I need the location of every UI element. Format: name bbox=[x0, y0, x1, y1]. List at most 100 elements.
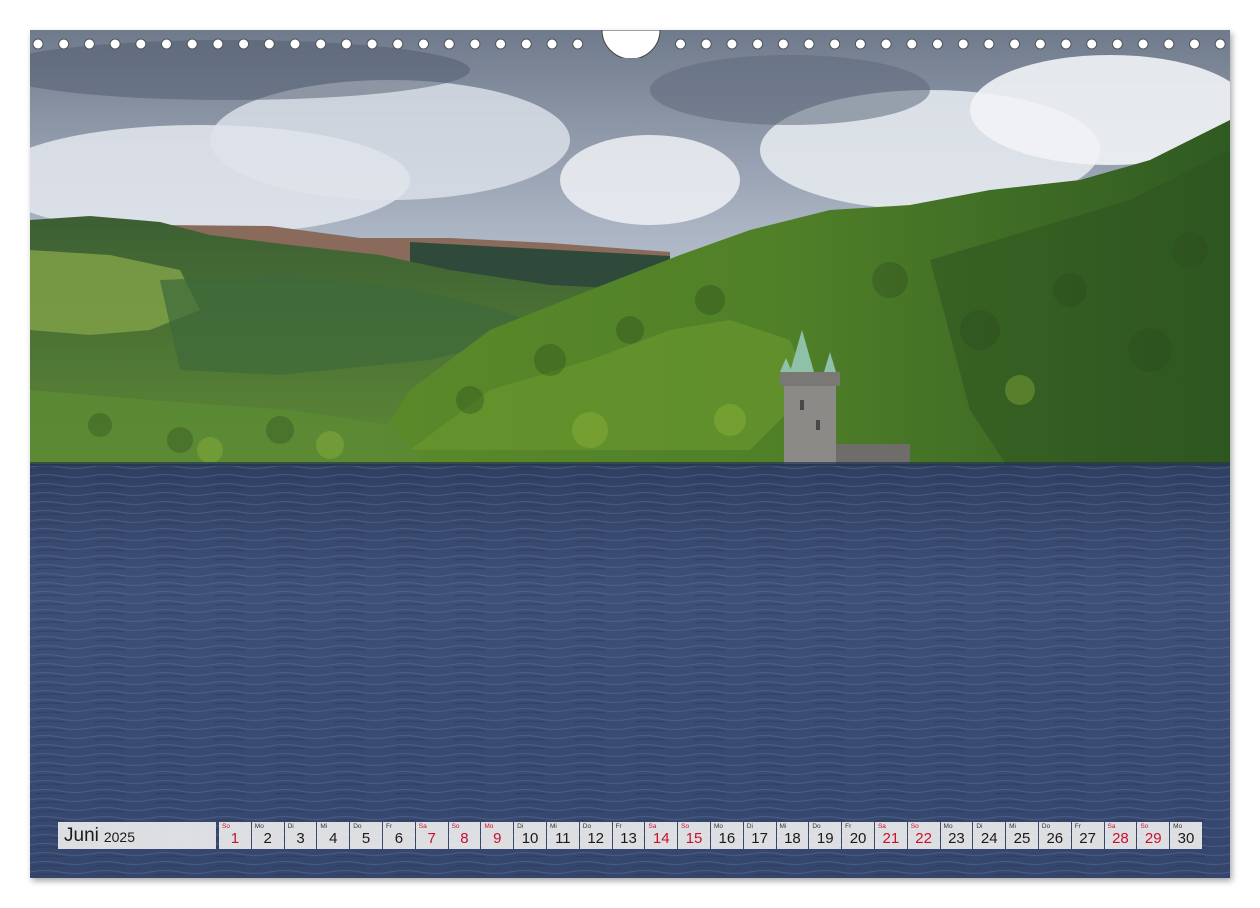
day-number: 12 bbox=[587, 830, 604, 847]
weekday-label: Sa bbox=[1107, 823, 1116, 830]
weekday-label: So bbox=[910, 823, 919, 830]
day-number: 20 bbox=[849, 830, 867, 847]
binding-hole bbox=[1086, 38, 1098, 50]
month-year: 2025 bbox=[103, 829, 136, 845]
day-number: 21 bbox=[882, 830, 900, 847]
day-cell: Mo 9 bbox=[481, 822, 514, 849]
day-cell: Mi 4 bbox=[317, 822, 350, 849]
day-number: 9 bbox=[493, 830, 502, 847]
weekday-label: Fr bbox=[385, 823, 393, 830]
binding-hole bbox=[1060, 38, 1072, 50]
day-number: 26 bbox=[1046, 830, 1064, 847]
day-number: 1 bbox=[230, 830, 240, 847]
day-cell: Sa 28 bbox=[1104, 822, 1137, 849]
day-cell: Sa 7 bbox=[415, 822, 448, 849]
weekday-label: Mi bbox=[549, 823, 557, 830]
day-cell: Sa 14 bbox=[645, 822, 678, 849]
weekday-label: So bbox=[451, 823, 460, 830]
day-cell: Mo 16 bbox=[710, 822, 743, 849]
weekday-label: Di bbox=[746, 823, 753, 830]
weekday-label: Mi bbox=[779, 823, 787, 830]
day-cell: So 8 bbox=[448, 822, 481, 849]
day-number: 15 bbox=[685, 830, 703, 847]
binding-hole bbox=[495, 38, 507, 50]
binding-hole bbox=[32, 38, 44, 50]
binding-hole bbox=[289, 38, 301, 50]
binding-hole bbox=[932, 38, 943, 50]
weekday-label: Fr bbox=[845, 823, 852, 830]
day-number: 23 bbox=[948, 830, 965, 847]
month-label: Juni 2025 bbox=[58, 822, 216, 849]
landscape-photo bbox=[30, 30, 1230, 878]
binding-hole bbox=[263, 38, 275, 50]
weekday-label: Sa bbox=[877, 823, 886, 830]
day-cell: Do 19 bbox=[809, 822, 842, 849]
binding-hole bbox=[957, 38, 969, 50]
binding-hole bbox=[83, 38, 95, 50]
binding-hole bbox=[572, 38, 584, 50]
day-cell: Do 5 bbox=[350, 822, 382, 849]
binding-hole bbox=[777, 38, 789, 50]
weekday-label: Fr bbox=[1074, 823, 1081, 830]
weekday-label: Mo bbox=[943, 823, 953, 830]
day-number: 4 bbox=[329, 830, 338, 847]
binding-hole bbox=[161, 38, 172, 50]
binding-hole bbox=[675, 38, 686, 50]
day-cell: Mo 23 bbox=[940, 822, 973, 849]
day-cell: Di 10 bbox=[514, 822, 546, 849]
weekday-label: Mo bbox=[1173, 823, 1183, 830]
day-cell: Mo 2 bbox=[251, 822, 284, 849]
binding-hole bbox=[829, 38, 841, 50]
calendar-strip: Juni 2025 So 1 Mo 2 Di 3 Mi 4 Do 5 Fr 6 Sa 7 So 8 Mo 9 Di 1… bbox=[58, 822, 1202, 849]
weekday-label: Do bbox=[582, 823, 592, 830]
calendar-page: Juni 2025 So 1 Mo 2 Di 3 Mi 4 Do 5 Fr 6 Sa 7 So 8 Mo 9 Di 1… bbox=[30, 30, 1230, 878]
day-number: 29 bbox=[1144, 830, 1162, 847]
day-number: 5 bbox=[361, 830, 371, 847]
day-cell: Fr 6 bbox=[382, 822, 415, 849]
weekday-label: Fr bbox=[615, 823, 622, 830]
weekday-label: Do bbox=[812, 823, 821, 830]
day-number: 17 bbox=[751, 830, 768, 847]
day-number: 2 bbox=[263, 830, 272, 847]
day-number: 13 bbox=[620, 830, 637, 847]
binding-hole bbox=[803, 38, 815, 50]
day-cell: Fr 27 bbox=[1071, 822, 1104, 849]
weekday-label: So bbox=[1140, 823, 1149, 830]
binding-hole bbox=[109, 38, 121, 50]
day-cell: Mi 11 bbox=[546, 822, 579, 849]
day-cell: Do 12 bbox=[579, 822, 612, 849]
weekday-label: Mi bbox=[320, 823, 328, 830]
binding-hole bbox=[340, 38, 352, 50]
binding-hole bbox=[135, 38, 147, 50]
day-number: 25 bbox=[1013, 830, 1031, 847]
day-number: 28 bbox=[1112, 830, 1129, 847]
binding-hole bbox=[726, 38, 738, 50]
binding-hole bbox=[418, 38, 429, 50]
binding-hole bbox=[1137, 38, 1149, 50]
day-number: 30 bbox=[1177, 830, 1195, 847]
binding-hole bbox=[546, 38, 558, 50]
day-number: 10 bbox=[521, 830, 539, 847]
binding-hole bbox=[983, 38, 995, 50]
day-row: So 1 Mo 2 Di 3 Mi 4 Do 5 Fr 6 Sa 7 So 8 Mo 9 Di 10 Mi 11 Do 12 F… bbox=[219, 822, 1202, 849]
day-number: 16 bbox=[718, 830, 736, 847]
day-cell: Di 17 bbox=[743, 822, 776, 849]
binding-hole bbox=[1034, 38, 1046, 50]
wire-binding bbox=[32, 30, 1226, 58]
day-cell: Fr 20 bbox=[842, 822, 874, 849]
weekday-label: Do bbox=[353, 823, 362, 830]
binding-hole bbox=[752, 38, 764, 50]
binding-hole bbox=[1111, 38, 1123, 50]
weekday-label: Di bbox=[287, 823, 294, 830]
binding-hole bbox=[520, 38, 532, 50]
binding-hole bbox=[392, 38, 404, 50]
binding-hole bbox=[1163, 38, 1175, 50]
binding-hole bbox=[212, 38, 224, 50]
weekday-label: So bbox=[681, 823, 690, 830]
binding-hole bbox=[1009, 38, 1021, 50]
weekday-label: So bbox=[222, 823, 230, 830]
weekday-label: Mi bbox=[1009, 823, 1016, 830]
day-number: 7 bbox=[427, 830, 436, 847]
day-number: 22 bbox=[915, 830, 932, 847]
weekday-label: Sa bbox=[648, 823, 657, 830]
